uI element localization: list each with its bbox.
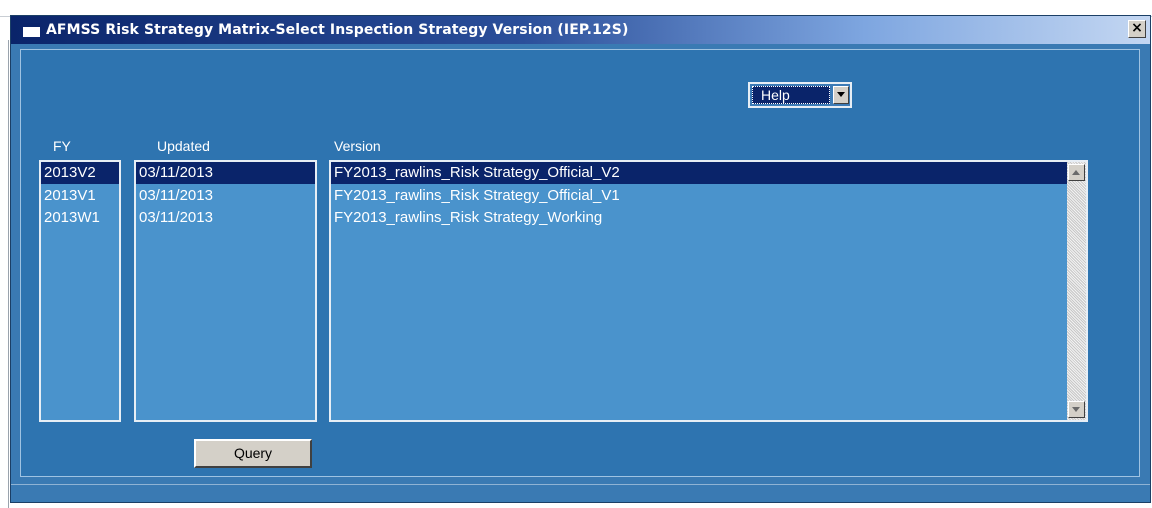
window-title: AFMSS Risk Strategy Matrix-Select Inspec… [46, 22, 629, 38]
list-item[interactable]: 03/11/2013 [136, 184, 315, 208]
version-column-label: Version [334, 138, 381, 154]
list-item[interactable]: 03/11/2013 [136, 208, 315, 232]
background-line [8, 40, 9, 508]
version-listbox[interactable]: FY2013_rawlins_Risk Strategy_Official_V2… [329, 160, 1088, 422]
chevron-down-icon[interactable] [833, 86, 849, 104]
scroll-up-arrow-icon[interactable] [1068, 164, 1085, 181]
list-item[interactable]: 03/11/2013 [136, 162, 315, 184]
list-item[interactable]: FY2013_rawlins_Risk Strategy_Working [331, 208, 1086, 232]
footer-divider [11, 484, 1150, 485]
window-icon [23, 23, 40, 37]
list-item[interactable]: 2013W1 [41, 208, 119, 232]
content-panel: Help FY Updated Version 2013V2 2013V1 20… [20, 49, 1140, 477]
query-button[interactable]: Query [194, 439, 312, 468]
list-item[interactable]: 2013V1 [41, 184, 119, 208]
list-item[interactable]: FY2013_rawlins_Risk Strategy_Official_V1 [331, 184, 1086, 208]
list-item[interactable]: FY2013_rawlins_Risk Strategy_Official_V2 [331, 162, 1067, 184]
fy-column-label: FY [53, 138, 71, 154]
help-dropdown-value: Help [752, 86, 830, 104]
updated-listbox[interactable]: 03/11/2013 03/11/2013 03/11/2013 [134, 160, 317, 422]
close-icon: × [1131, 20, 1143, 36]
fy-listbox[interactable]: 2013V2 2013V1 2013W1 [39, 160, 121, 422]
updated-column-label: Updated [157, 138, 210, 154]
vertical-scrollbar[interactable] [1067, 162, 1086, 420]
dialog-window: AFMSS Risk Strategy Matrix-Select Inspec… [10, 15, 1151, 503]
title-bar[interactable]: AFMSS Risk Strategy Matrix-Select Inspec… [11, 16, 1150, 44]
list-item[interactable]: 2013V2 [41, 162, 119, 184]
help-dropdown[interactable]: Help [748, 82, 852, 108]
scroll-down-arrow-icon[interactable] [1068, 401, 1085, 418]
close-button[interactable]: × [1128, 20, 1146, 38]
